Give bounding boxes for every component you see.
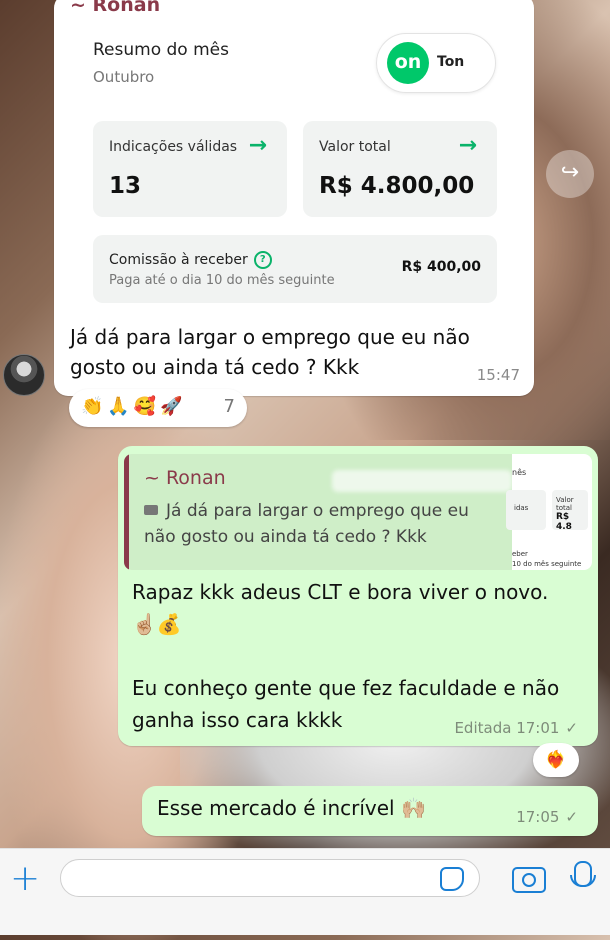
commission-label: Comissão à receber? bbox=[109, 251, 272, 269]
message-text: Rapaz kkk adeus CLT e bora viver o novo.… bbox=[132, 576, 572, 736]
message-meta: 17:05 ✓ bbox=[516, 808, 578, 826]
check-icon: ✓ bbox=[565, 808, 578, 826]
summary-month: Outubro bbox=[93, 68, 155, 86]
metric-label: Valor total bbox=[319, 139, 391, 155]
metric-total-value: Valor total → R$ 4.800,00 bbox=[303, 121, 497, 217]
commission-box: Comissão à receber? Paga até o dia 10 do… bbox=[93, 235, 497, 303]
commission-value: R$ 400,00 bbox=[401, 259, 481, 275]
quoted-message[interactable]: ~ Ronan Já dá para largar o emprego que … bbox=[124, 454, 592, 570]
message-meta: Editada 17:01 ✓ bbox=[454, 719, 578, 737]
camera-icon[interactable] bbox=[512, 867, 546, 893]
message-time: 15:47 bbox=[476, 366, 520, 384]
forward-icon[interactable]: ↪ bbox=[546, 150, 594, 198]
thumb-bottom-label: eber bbox=[512, 550, 528, 558]
thumb-bottom-sub: 10 do mês seguinte bbox=[512, 560, 582, 568]
reaction-emojis: 👏🙏🥰🚀 bbox=[81, 396, 187, 417]
message-time: 17:01 bbox=[516, 719, 560, 737]
outgoing-message-bubble[interactable]: ~ Ronan Já dá para largar o emprego que … bbox=[118, 446, 598, 746]
quote-text: Já dá para largar o emprego que eu não g… bbox=[144, 498, 494, 550]
arrow-right-icon: → bbox=[248, 133, 267, 158]
reaction-count: 7 bbox=[223, 396, 235, 417]
outgoing-message-bubble[interactable]: Esse mercado é incrível 🙌🏼 17:05 ✓ bbox=[142, 786, 598, 836]
shared-image-card[interactable]: Resumo do mês Outubro on Ton Indicações … bbox=[54, 14, 534, 314]
quote-thumbnail: nês idas Valor total R$ 4.8 eber 10 do m… bbox=[506, 454, 592, 570]
thumb-box-left: idas bbox=[506, 490, 546, 530]
arrow-right-icon: → bbox=[458, 133, 477, 158]
metric-valid-referrals: Indicações válidas → 13 bbox=[93, 121, 287, 217]
quote-bar bbox=[124, 454, 129, 570]
summary-title: Resumo do mês bbox=[93, 40, 229, 60]
metric-label: Indicações válidas bbox=[109, 139, 238, 155]
microphone-icon[interactable] bbox=[570, 861, 596, 887]
metric-value: R$ 4.800,00 bbox=[319, 173, 475, 199]
heart-fire-reaction[interactable]: ❤️‍🔥 bbox=[533, 743, 579, 777]
sticker-icon[interactable] bbox=[440, 867, 464, 891]
sender-avatar[interactable] bbox=[3, 354, 45, 396]
commission-subtitle: Paga até o dia 10 do mês seguinte bbox=[109, 273, 335, 288]
thumb-left-label: idas bbox=[514, 504, 529, 512]
message-input[interactable] bbox=[60, 859, 480, 897]
quote-text-content: Já dá para largar o emprego que eu não g… bbox=[144, 501, 469, 547]
thumb-right-value: R$ 4.8 bbox=[556, 512, 572, 532]
photo-icon bbox=[144, 505, 158, 515]
check-icon: ✓ bbox=[565, 719, 578, 737]
thumb-title: nês bbox=[512, 468, 527, 477]
thumb-box-right: Valor total R$ 4.8 bbox=[552, 490, 588, 532]
brand-pill: on Ton bbox=[376, 33, 496, 93]
brand-name: Ton bbox=[437, 54, 465, 70]
edited-label: Editada bbox=[454, 719, 512, 737]
thumb-right-label: Valor total bbox=[556, 496, 574, 512]
message-text: Já dá para largar o emprego que eu não g… bbox=[70, 325, 470, 379]
ton-logo-icon: on bbox=[387, 42, 429, 84]
reactions-bar[interactable]: 👏🙏🥰🚀 7 bbox=[69, 389, 247, 427]
message-line-1: Rapaz kkk adeus CLT e bora viver o novo.… bbox=[132, 580, 549, 636]
quote-sender: ~ Ronan bbox=[144, 467, 226, 489]
composer-bar: + bbox=[0, 848, 610, 935]
message-time: 17:05 bbox=[516, 808, 560, 826]
redacted-phone bbox=[332, 470, 512, 492]
incoming-message-bubble[interactable]: ~ Ronan Resumo do mês Outubro on Ton Ind… bbox=[54, 0, 534, 396]
metric-value: 13 bbox=[109, 173, 142, 199]
plus-icon[interactable]: + bbox=[10, 861, 40, 897]
commission-label-text: Comissão à receber bbox=[109, 252, 248, 268]
message-text: Esse mercado é incrível 🙌🏼 bbox=[157, 796, 426, 820]
help-icon: ? bbox=[253, 251, 272, 269]
